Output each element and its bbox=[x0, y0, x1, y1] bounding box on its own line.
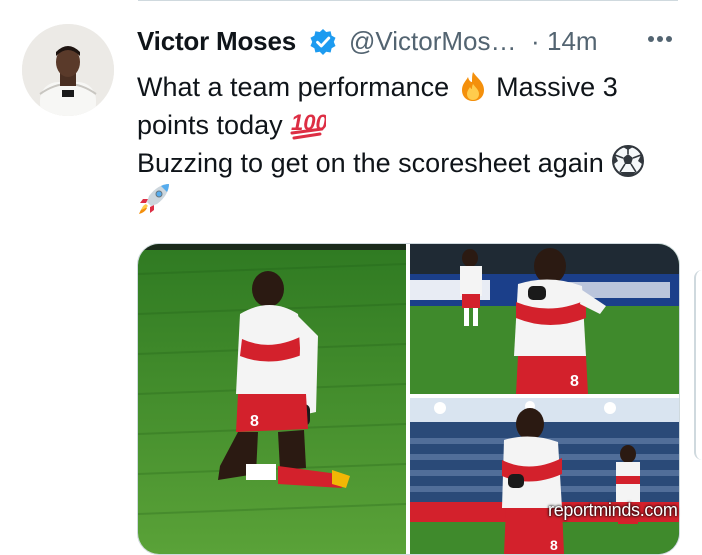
photo-walking-stadium[interactable]: 8 bbox=[410, 398, 679, 554]
rocket-emoji-icon bbox=[139, 184, 169, 214]
tweet-line-4 bbox=[137, 182, 682, 220]
fire-emoji-icon bbox=[461, 72, 484, 101]
tweet-text-segment: points today bbox=[137, 110, 283, 140]
photo-running-celebration[interactable]: 8 bbox=[410, 244, 679, 394]
soccer-ball-emoji-icon bbox=[612, 145, 645, 177]
tweet-text-segment: What a team performance bbox=[137, 72, 450, 102]
tweet-header: Victor Moses @VictorMos… · 14m bbox=[137, 26, 697, 60]
shirt-number: 8 bbox=[550, 537, 558, 553]
shirt-number: 8 bbox=[250, 413, 259, 430]
tweet-text-segment: Buzzing to get on the scoresheet again bbox=[137, 148, 604, 178]
verified-badge-icon bbox=[310, 29, 336, 55]
tweet-line-3: Buzzing to get on the scoresheet again bbox=[137, 144, 682, 182]
hundred-points-emoji-icon: 100 bbox=[290, 110, 326, 140]
author-handle[interactable]: @VictorMos… bbox=[349, 26, 517, 57]
photo-kneeling-celebration[interactable]: 8 bbox=[138, 244, 406, 554]
author-name[interactable]: Victor Moses bbox=[137, 26, 296, 57]
separator-dot: · bbox=[531, 26, 540, 56]
tweet-text: What a team performance Massive 3 points… bbox=[137, 68, 682, 220]
timestamp[interactable]: 14m bbox=[547, 26, 598, 57]
tweet-text-segment: Massive 3 bbox=[496, 72, 618, 102]
next-card-edge bbox=[694, 270, 702, 460]
avatar[interactable] bbox=[22, 24, 114, 116]
shirt-number: 8 bbox=[570, 373, 579, 390]
watermark: reportminds.com bbox=[548, 500, 678, 520]
divider-line bbox=[138, 0, 678, 1]
tweet-line-2: points today 100 bbox=[137, 106, 682, 144]
tweet-line-1: What a team performance Massive 3 bbox=[137, 68, 682, 106]
more-options-icon[interactable] bbox=[645, 24, 675, 54]
